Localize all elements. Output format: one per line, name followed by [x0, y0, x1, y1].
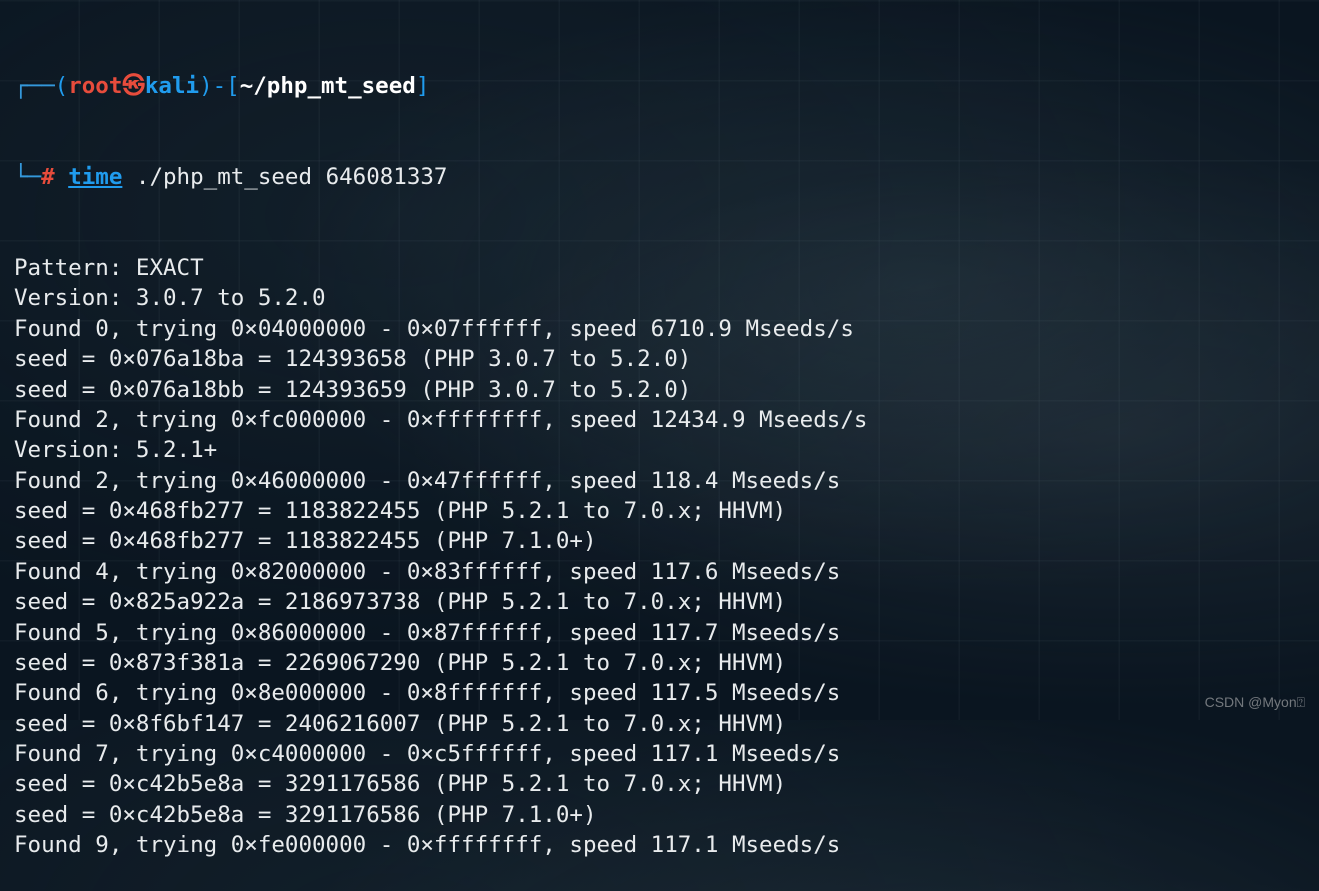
- output-line: seed = 0×076a18bb = 124393659 (PHP 3.0.7…: [14, 375, 1305, 405]
- prompt-line-1: ┌──(root㉿kali)-[~/php_mt_seed]: [14, 71, 1305, 101]
- paren-close: ): [199, 71, 213, 101]
- output-line: seed = 0×8f6bf147 = 2406216007 (PHP 5.2.…: [14, 709, 1305, 739]
- prompt-hash: #: [41, 162, 55, 192]
- command-args: ./php_mt_seed 646081337: [122, 162, 447, 192]
- output-line: Found 6, trying 0×8e000000 - 0×8fffffff,…: [14, 678, 1305, 708]
- output-line: seed = 0×076a18ba = 124393658 (PHP 3.0.7…: [14, 344, 1305, 374]
- output-line: Found 0, trying 0×04000000 - 0×07ffffff,…: [14, 314, 1305, 344]
- bracket-open: [: [226, 71, 240, 101]
- output-line: Found 4, trying 0×82000000 - 0×83ffffff,…: [14, 557, 1305, 587]
- prompt-line-2: └─# time ./php_mt_seed 646081337: [14, 162, 1305, 192]
- output-line: seed = 0×c42b5e8a = 3291176586 (PHP 5.2.…: [14, 769, 1305, 799]
- output-line: Found 2, trying 0×fc000000 - 0×ffffffff,…: [14, 405, 1305, 435]
- output-line: seed = 0×873f381a = 2269067290 (PHP 5.2.…: [14, 648, 1305, 678]
- prompt-host: kali: [145, 71, 199, 101]
- output-line: seed = 0×825a922a = 2186973738 (PHP 5.2.…: [14, 587, 1305, 617]
- output-line: seed = 0×c42b5e8a = 3291176586 (PHP 7.1.…: [14, 800, 1305, 830]
- output-line: seed = 0×468fb277 = 1183822455 (PHP 7.1.…: [14, 526, 1305, 556]
- time-command: time: [68, 162, 122, 192]
- watermark: CSDN @Myon⍰: [1205, 693, 1305, 712]
- output-line: Pattern: EXACT: [14, 253, 1305, 283]
- prompt-dash: -: [213, 71, 227, 101]
- output-line: Version: 5.2.1+: [14, 435, 1305, 465]
- kali-icon: ㉿: [122, 71, 145, 101]
- prompt-user: root: [68, 71, 122, 101]
- output-container: Pattern: EXACTVersion: 3.0.7 to 5.2.0Fou…: [14, 253, 1305, 861]
- output-line: Version: 3.0.7 to 5.2.0: [14, 283, 1305, 313]
- output-line: seed = 0×468fb277 = 1183822455 (PHP 5.2.…: [14, 496, 1305, 526]
- output-line: Found 2, trying 0×46000000 - 0×47ffffff,…: [14, 466, 1305, 496]
- box-corner-bottom: └─: [14, 162, 41, 192]
- bracket-close: ]: [416, 71, 430, 101]
- output-line: Found 9, trying 0×fe000000 - 0×ffffffff,…: [14, 830, 1305, 860]
- paren-open: (: [55, 71, 69, 101]
- output-line: Found 5, trying 0×86000000 - 0×87ffffff,…: [14, 618, 1305, 648]
- output-line: Found 7, trying 0×c4000000 - 0×c5ffffff,…: [14, 739, 1305, 769]
- terminal-output[interactable]: ┌──(root㉿kali)-[~/php_mt_seed] └─# time …: [14, 10, 1305, 891]
- prompt-path: ~/php_mt_seed: [240, 71, 416, 101]
- box-corner-top: ┌──: [14, 71, 55, 101]
